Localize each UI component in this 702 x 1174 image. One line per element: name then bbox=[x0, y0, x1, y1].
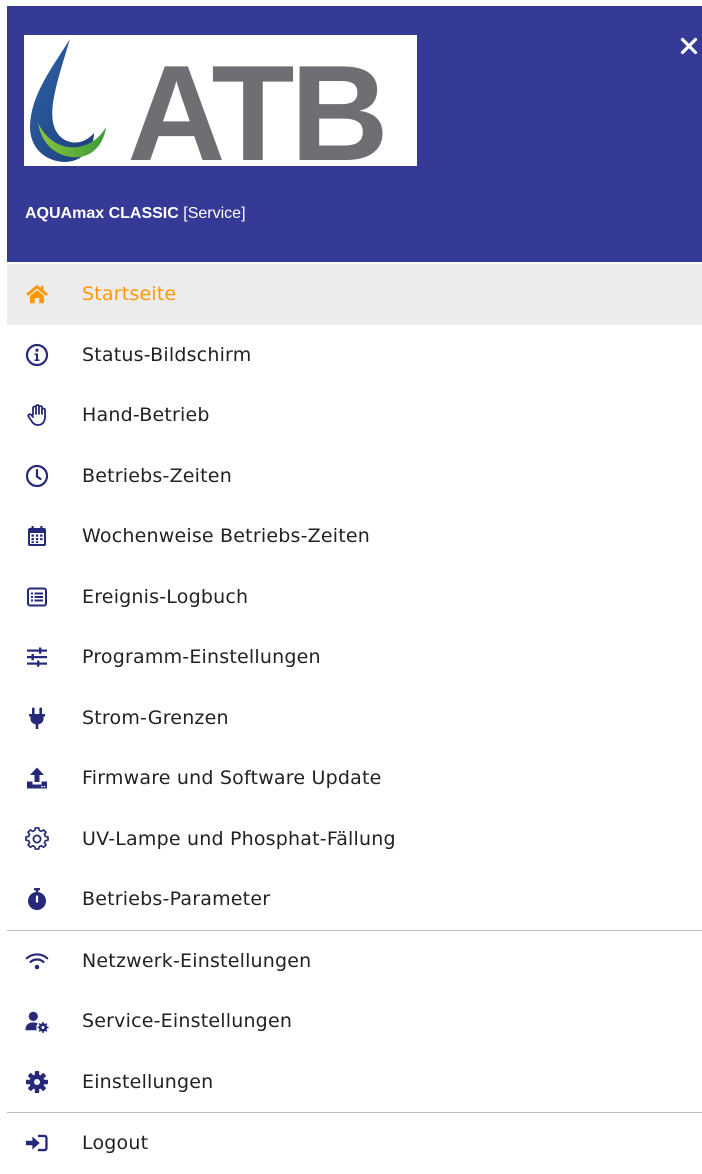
menu-item-uv-lampe[interactable]: UV-Lampe und Phosphat-Fällung bbox=[7, 809, 702, 870]
list-icon bbox=[25, 585, 49, 609]
menu-item-hand-betrieb[interactable]: Hand-Betrieb bbox=[7, 385, 702, 446]
hand-icon bbox=[25, 403, 49, 427]
menu-item-label: Ereignis-Logbuch bbox=[82, 585, 249, 608]
menu-item-label: Programm-Einstellungen bbox=[82, 646, 321, 669]
info-icon bbox=[25, 343, 49, 367]
gear-outline-icon bbox=[25, 826, 49, 851]
menu-item-label: UV-Lampe und Phosphat-Fällung bbox=[82, 827, 396, 850]
menu-item-label: Hand-Betrieb bbox=[82, 404, 210, 427]
menu-item-label: Service-Einstellungen bbox=[82, 1010, 293, 1033]
menu-item-label: Netzwerk-Einstellungen bbox=[82, 949, 312, 972]
menu-item-label: Betriebs-Parameter bbox=[82, 888, 271, 911]
calendar-icon bbox=[25, 524, 49, 548]
menu-item-betriebs-zeiten[interactable]: Betriebs-Zeiten bbox=[7, 446, 702, 507]
gear-icon bbox=[25, 1070, 49, 1094]
menu-item-ereignis-logbuch[interactable]: Ereignis-Logbuch bbox=[7, 567, 702, 628]
sliders-icon bbox=[25, 645, 49, 669]
logout-icon bbox=[25, 1131, 49, 1155]
menu-item-service-einstellungen[interactable]: Service-Einstellungen bbox=[7, 991, 702, 1052]
device-model: AQUAmax CLASSIC bbox=[25, 205, 179, 222]
menu-item-label: Firmware und Software Update bbox=[82, 767, 382, 790]
menu-item-einstellungen[interactable]: Einstellungen bbox=[7, 1052, 702, 1113]
upload-icon bbox=[25, 766, 49, 790]
drawer-header: ATB AQUAmax CLASSIC [Service] bbox=[7, 6, 702, 262]
menu-item-status-bildschirm[interactable]: Status-Bildschirm bbox=[7, 325, 702, 386]
home-icon bbox=[25, 282, 49, 306]
menu-item-label: Betriebs-Zeiten bbox=[82, 464, 232, 487]
menu-item-label: Logout bbox=[82, 1132, 149, 1155]
menu-item-wochenweise-betriebs-zeiten[interactable]: Wochenweise Betriebs-Zeiten bbox=[7, 506, 702, 567]
menu-item-firmware-update[interactable]: Firmware und Software Update bbox=[7, 748, 702, 809]
user-gear-icon bbox=[25, 1009, 49, 1034]
menu-item-label: Strom-Grenzen bbox=[82, 706, 229, 729]
wifi-icon bbox=[25, 949, 49, 973]
clock-icon bbox=[25, 464, 49, 488]
stopwatch-icon bbox=[25, 887, 49, 911]
device-info: AQUAmax CLASSIC [Service] bbox=[25, 204, 246, 224]
menu-item-netzwerk-einstellungen[interactable]: Netzwerk-Einstellungen bbox=[7, 931, 702, 992]
device-mode: [Service] bbox=[183, 205, 246, 222]
menu-item-betriebs-parameter[interactable]: Betriebs-Parameter bbox=[7, 869, 702, 930]
logo-text: ATB bbox=[127, 37, 384, 166]
menu-item-label: Wochenweise Betriebs-Zeiten bbox=[82, 525, 370, 548]
menu-item-strom-grenzen[interactable]: Strom-Grenzen bbox=[7, 688, 702, 749]
menu-item-logout[interactable]: Logout bbox=[7, 1113, 702, 1174]
navigation-menu: Startseite Status-Bildschirm Hand-Betrie… bbox=[7, 264, 702, 1174]
plug-icon bbox=[25, 706, 49, 730]
atb-logo: ATB bbox=[24, 35, 417, 166]
menu-item-label: Startseite bbox=[82, 283, 177, 306]
close-button[interactable] bbox=[671, 28, 702, 64]
menu-item-programm-einstellungen[interactable]: Programm-Einstellungen bbox=[7, 627, 702, 688]
close-icon bbox=[680, 37, 698, 55]
menu-item-label: Status-Bildschirm bbox=[82, 343, 252, 366]
menu-item-label: Einstellungen bbox=[82, 1070, 214, 1093]
menu-item-startseite[interactable]: Startseite bbox=[7, 264, 702, 325]
